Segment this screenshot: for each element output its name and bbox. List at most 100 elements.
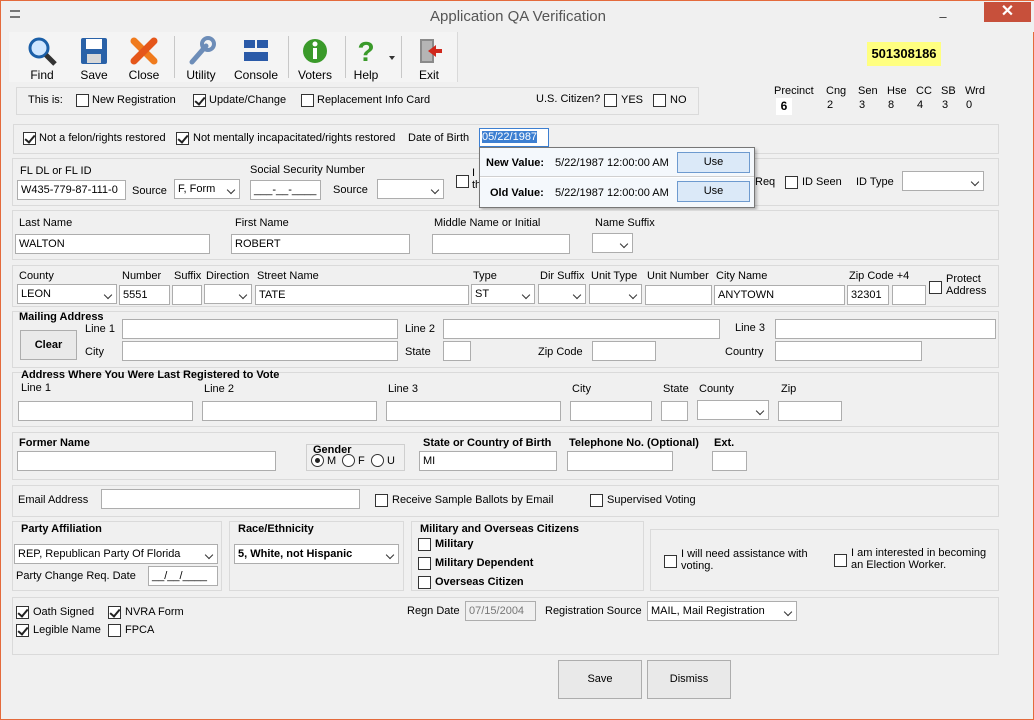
number-input[interactable]: 5551 <box>119 285 170 305</box>
lr-state-input[interactable] <box>661 401 688 421</box>
mailing-city-input[interactable] <box>122 341 398 361</box>
party-change-date-input[interactable]: __/__/____ <box>148 566 218 586</box>
need-assistance-checkbox[interactable] <box>664 555 677 568</box>
supervised-voting-checkbox[interactable] <box>590 494 603 507</box>
lr-city-input[interactable] <box>570 401 652 421</box>
fldl-input[interactable]: W435-779-87-111-0 <box>17 180 126 200</box>
mailing-state-input[interactable] <box>443 341 471 361</box>
ext-input[interactable] <box>712 451 747 471</box>
military-title: Military and Overseas Citizens <box>420 523 579 535</box>
military-dependent-checkbox[interactable] <box>418 557 431 570</box>
use-new-value-button[interactable]: Use <box>677 152 750 173</box>
lr-zip-input[interactable] <box>778 401 842 421</box>
voters-label: Voters <box>297 68 333 82</box>
telephone-input[interactable] <box>567 451 673 471</box>
legible-name-checkbox[interactable] <box>16 624 29 637</box>
floppy-disk-icon <box>81 38 107 64</box>
help-button[interactable]: ? Help <box>339 32 393 82</box>
last-name-input[interactable]: WALTON <box>15 234 210 254</box>
ssn-input[interactable]: ___-__-____ <box>250 180 321 200</box>
military-checkbox[interactable] <box>418 538 431 551</box>
middle-name-input[interactable] <box>432 234 570 254</box>
military-label: Military <box>435 538 474 550</box>
lr-county-select[interactable] <box>697 400 769 420</box>
mailing-line1-input[interactable] <box>122 319 398 339</box>
dir-suffix-select[interactable] <box>538 284 586 304</box>
former-name-input[interactable] <box>17 451 276 471</box>
cng-value: 2 <box>827 99 834 111</box>
suffix-input[interactable] <box>172 285 202 305</box>
sen-header: Sen <box>858 85 878 97</box>
new-registration-checkbox[interactable] <box>76 94 89 107</box>
ssn-source-select[interactable] <box>377 179 444 199</box>
help-dropdown-icon[interactable] <box>389 56 395 60</box>
not-felon-checkbox[interactable] <box>23 132 36 145</box>
exit-button[interactable]: Exit <box>402 32 456 82</box>
dob-input[interactable]: 05/22/1987 <box>479 128 549 147</box>
county-select[interactable]: LEON <box>17 284 117 304</box>
close-window-button[interactable]: ✕ <box>984 2 1031 22</box>
gender-u-radio[interactable] <box>371 454 384 467</box>
type-select[interactable]: ST <box>471 284 535 304</box>
red-x-icon <box>130 37 158 65</box>
dismiss-button[interactable]: Dismiss <box>647 660 731 699</box>
zip-code-input[interactable]: 32301 <box>847 285 889 305</box>
middle-name-label: Middle Name or Initial <box>434 217 541 229</box>
lr-line2-input[interactable] <box>202 401 377 421</box>
replacement-card-checkbox[interactable] <box>301 94 314 107</box>
party-select[interactable]: REP, Republican Party Of Florida <box>14 544 218 564</box>
registration-source-select[interactable]: MAIL, Mail Registration <box>647 601 797 621</box>
first-name-input[interactable]: ROBERT <box>231 234 410 254</box>
nvra-form-checkbox[interactable] <box>108 606 121 619</box>
zip-plus4-input[interactable] <box>892 285 926 305</box>
mailing-line3-input[interactable] <box>775 319 996 339</box>
oath-signed-checkbox[interactable] <box>16 606 29 619</box>
citizen-yes-checkbox[interactable] <box>604 94 617 107</box>
overseas-citizen-checkbox[interactable] <box>418 576 431 589</box>
name-suffix-select[interactable] <box>592 233 633 253</box>
gender-u-label: U <box>387 455 395 467</box>
close-toolbar-button[interactable]: Close <box>117 32 171 82</box>
street-name-input[interactable]: TATE <box>255 285 469 305</box>
race-select[interactable]: 5, White, not Hispanic <box>234 544 399 564</box>
mailing-country-input[interactable] <box>775 341 922 361</box>
direction-select[interactable] <box>204 284 252 304</box>
find-button[interactable]: Find <box>15 32 69 82</box>
old-value-label: Old Value: <box>490 187 544 199</box>
email-input[interactable] <box>101 489 360 509</box>
console-button[interactable]: Console <box>227 32 285 82</box>
voters-button[interactable]: Voters <box>288 32 342 82</box>
clear-mailing-button[interactable]: Clear <box>20 330 77 360</box>
election-worker-checkbox[interactable] <box>834 554 847 567</box>
minimize-button[interactable]: – <box>929 10 957 24</box>
state-birth-input[interactable]: MI <box>419 451 557 471</box>
fldl-source-select[interactable]: F, Form <box>174 179 240 199</box>
fpca-checkbox[interactable] <box>108 624 121 637</box>
mailing-line2-input[interactable] <box>443 319 720 339</box>
partial-checkbox[interactable] <box>456 175 469 188</box>
not-incapacitated-checkbox[interactable] <box>176 132 189 145</box>
utility-button[interactable]: Utility <box>174 32 228 82</box>
save-button[interactable]: Save <box>558 660 642 699</box>
hse-value: 8 <box>888 99 895 111</box>
dob-compare-popup: New Value: 5/22/1987 12:00:00 AM Use Old… <box>479 147 755 208</box>
id-type-select[interactable] <box>902 171 984 191</box>
protect-address-checkbox[interactable] <box>929 281 942 294</box>
save-toolbar-button[interactable]: Save <box>67 32 121 82</box>
lr-line1-input[interactable] <box>18 401 193 421</box>
id-seen-checkbox[interactable] <box>785 176 798 189</box>
lr-line3-input[interactable] <box>386 401 561 421</box>
city-name-label: City Name <box>716 270 768 282</box>
use-old-value-button[interactable]: Use <box>677 181 750 202</box>
exit-label: Exit <box>418 68 439 82</box>
sample-ballots-checkbox[interactable] <box>375 494 388 507</box>
unit-type-select[interactable] <box>589 284 642 304</box>
city-name-input[interactable]: ANYTOWN <box>714 285 845 305</box>
gender-f-radio[interactable] <box>342 454 355 467</box>
mailing-zip-label: Zip Code <box>538 346 583 358</box>
gender-m-radio[interactable] <box>311 454 324 467</box>
citizen-no-checkbox[interactable] <box>653 94 666 107</box>
update-change-checkbox[interactable] <box>193 94 206 107</box>
mailing-zip-input[interactable] <box>592 341 656 361</box>
unit-number-input[interactable] <box>645 285 712 305</box>
